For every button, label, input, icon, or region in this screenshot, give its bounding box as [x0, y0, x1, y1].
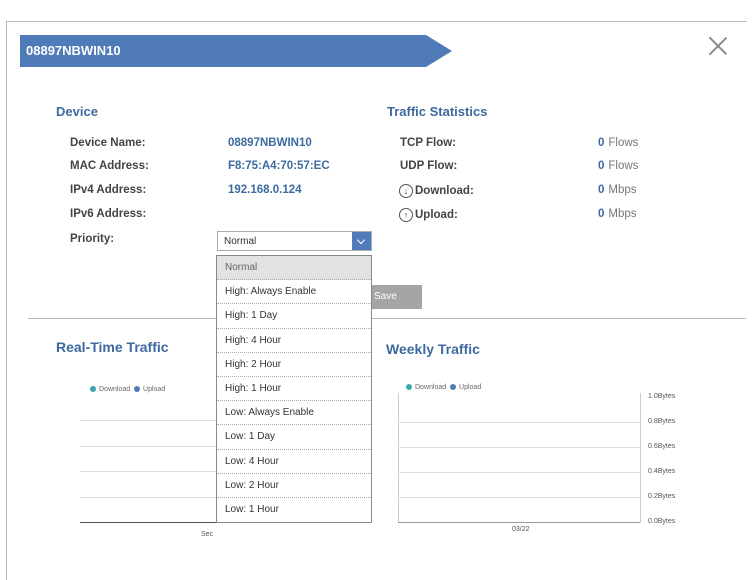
- udp-flow-value: 0 Flows: [598, 160, 639, 172]
- mac-address-value: F8:75:A4:70:57:EC: [228, 160, 330, 172]
- y-tick-label: 0.2Bytes: [648, 493, 676, 500]
- ipv4-address-value: 192.168.0.124: [228, 184, 302, 196]
- upload-arrow-icon: ↑: [399, 208, 413, 222]
- grid-line: [398, 497, 640, 498]
- priority-option-high-1-day[interactable]: High: 1 Day: [217, 304, 371, 329]
- grid-line: [398, 447, 640, 448]
- priority-option-normal[interactable]: Normal: [217, 256, 371, 281]
- device-name-value: 08897NBWIN10: [228, 137, 312, 149]
- device-name-label: Device Name:: [70, 137, 146, 149]
- download-label-row: ↓ Download:: [399, 184, 474, 198]
- download-legend-marker: [90, 386, 96, 393]
- weekly-traffic-heading: Weekly Traffic: [386, 341, 480, 357]
- priority-label: Priority:: [70, 233, 115, 245]
- grid-line: [398, 422, 640, 423]
- y-tick-label: 0.0Bytes: [648, 518, 676, 525]
- close-icon[interactable]: [706, 34, 730, 58]
- priority-option-low-2-hour[interactable]: Low: 2 Hour: [217, 474, 371, 498]
- priority-option-low-4-hour[interactable]: Low: 4 Hour: [217, 450, 371, 474]
- chevron-down-icon[interactable]: [352, 232, 371, 250]
- weekly-right-axis: [640, 393, 641, 523]
- download-value: 0 Mbps: [598, 184, 637, 196]
- weekly-legend: Download Upload: [406, 384, 481, 391]
- x-axis: [398, 522, 640, 523]
- weekly-y-axis: [398, 393, 399, 523]
- device-title: 08897NBWIN10: [26, 43, 121, 58]
- priority-option-high-always[interactable]: High: Always Enable: [217, 280, 371, 305]
- udp-flow-label: UDP Flow:: [400, 160, 458, 172]
- y-tick-label: 1.0Bytes: [648, 393, 676, 400]
- priority-option-high-1-hour[interactable]: High: 1 Hour: [217, 377, 371, 402]
- download-legend-marker: [406, 384, 412, 391]
- priority-option-low-1-hour[interactable]: Low: 1 Hour: [217, 498, 371, 522]
- tcp-flow-label: TCP Flow:: [400, 137, 457, 149]
- mac-address-label: MAC Address:: [70, 160, 149, 172]
- upload-value: 0 Mbps: [598, 208, 637, 220]
- priority-option-low-always[interactable]: Low: Always Enable: [217, 401, 371, 426]
- device-title-banner: 08897NBWIN10: [20, 35, 452, 67]
- y-tick-label: 0.8Bytes: [648, 418, 676, 425]
- priority-option-low-1-day[interactable]: Low: 1 Day: [217, 425, 371, 450]
- device-heading: Device: [56, 104, 98, 119]
- priority-option-high-2-hour[interactable]: High: 2 Hour: [217, 353, 371, 377]
- traffic-statistics-heading: Traffic Statistics: [387, 104, 488, 119]
- tcp-flow-value: 0 Flows: [598, 137, 639, 149]
- download-arrow-icon: ↓: [399, 184, 413, 198]
- ipv6-address-label: IPv6 Address:: [70, 208, 147, 220]
- realtime-x-label: Sec: [201, 531, 214, 538]
- y-tick-label: 0.4Bytes: [648, 468, 676, 475]
- upload-label-row: ↑ Upload:: [399, 208, 458, 222]
- priority-select[interactable]: Normal: [217, 231, 372, 251]
- priority-option-high-4-hour[interactable]: High: 4 Hour: [217, 329, 371, 353]
- ipv4-address-label: IPv4 Address:: [70, 184, 147, 196]
- upload-legend-marker: [450, 384, 457, 391]
- y-tick-label: 0.6Bytes: [648, 443, 676, 450]
- priority-dropdown-list: Normal High: Always Enable High: 1 Day H…: [216, 255, 372, 524]
- realtime-traffic-heading: Real-Time Traffic: [56, 339, 169, 355]
- priority-selected-value: Normal: [224, 236, 257, 247]
- upload-legend-marker: [134, 386, 141, 393]
- weekly-x-label: 03/22: [512, 526, 530, 533]
- save-button[interactable]: Save: [366, 285, 422, 309]
- section-divider: [28, 318, 746, 319]
- grid-line: [398, 472, 640, 473]
- realtime-legend: Download Upload: [90, 386, 165, 393]
